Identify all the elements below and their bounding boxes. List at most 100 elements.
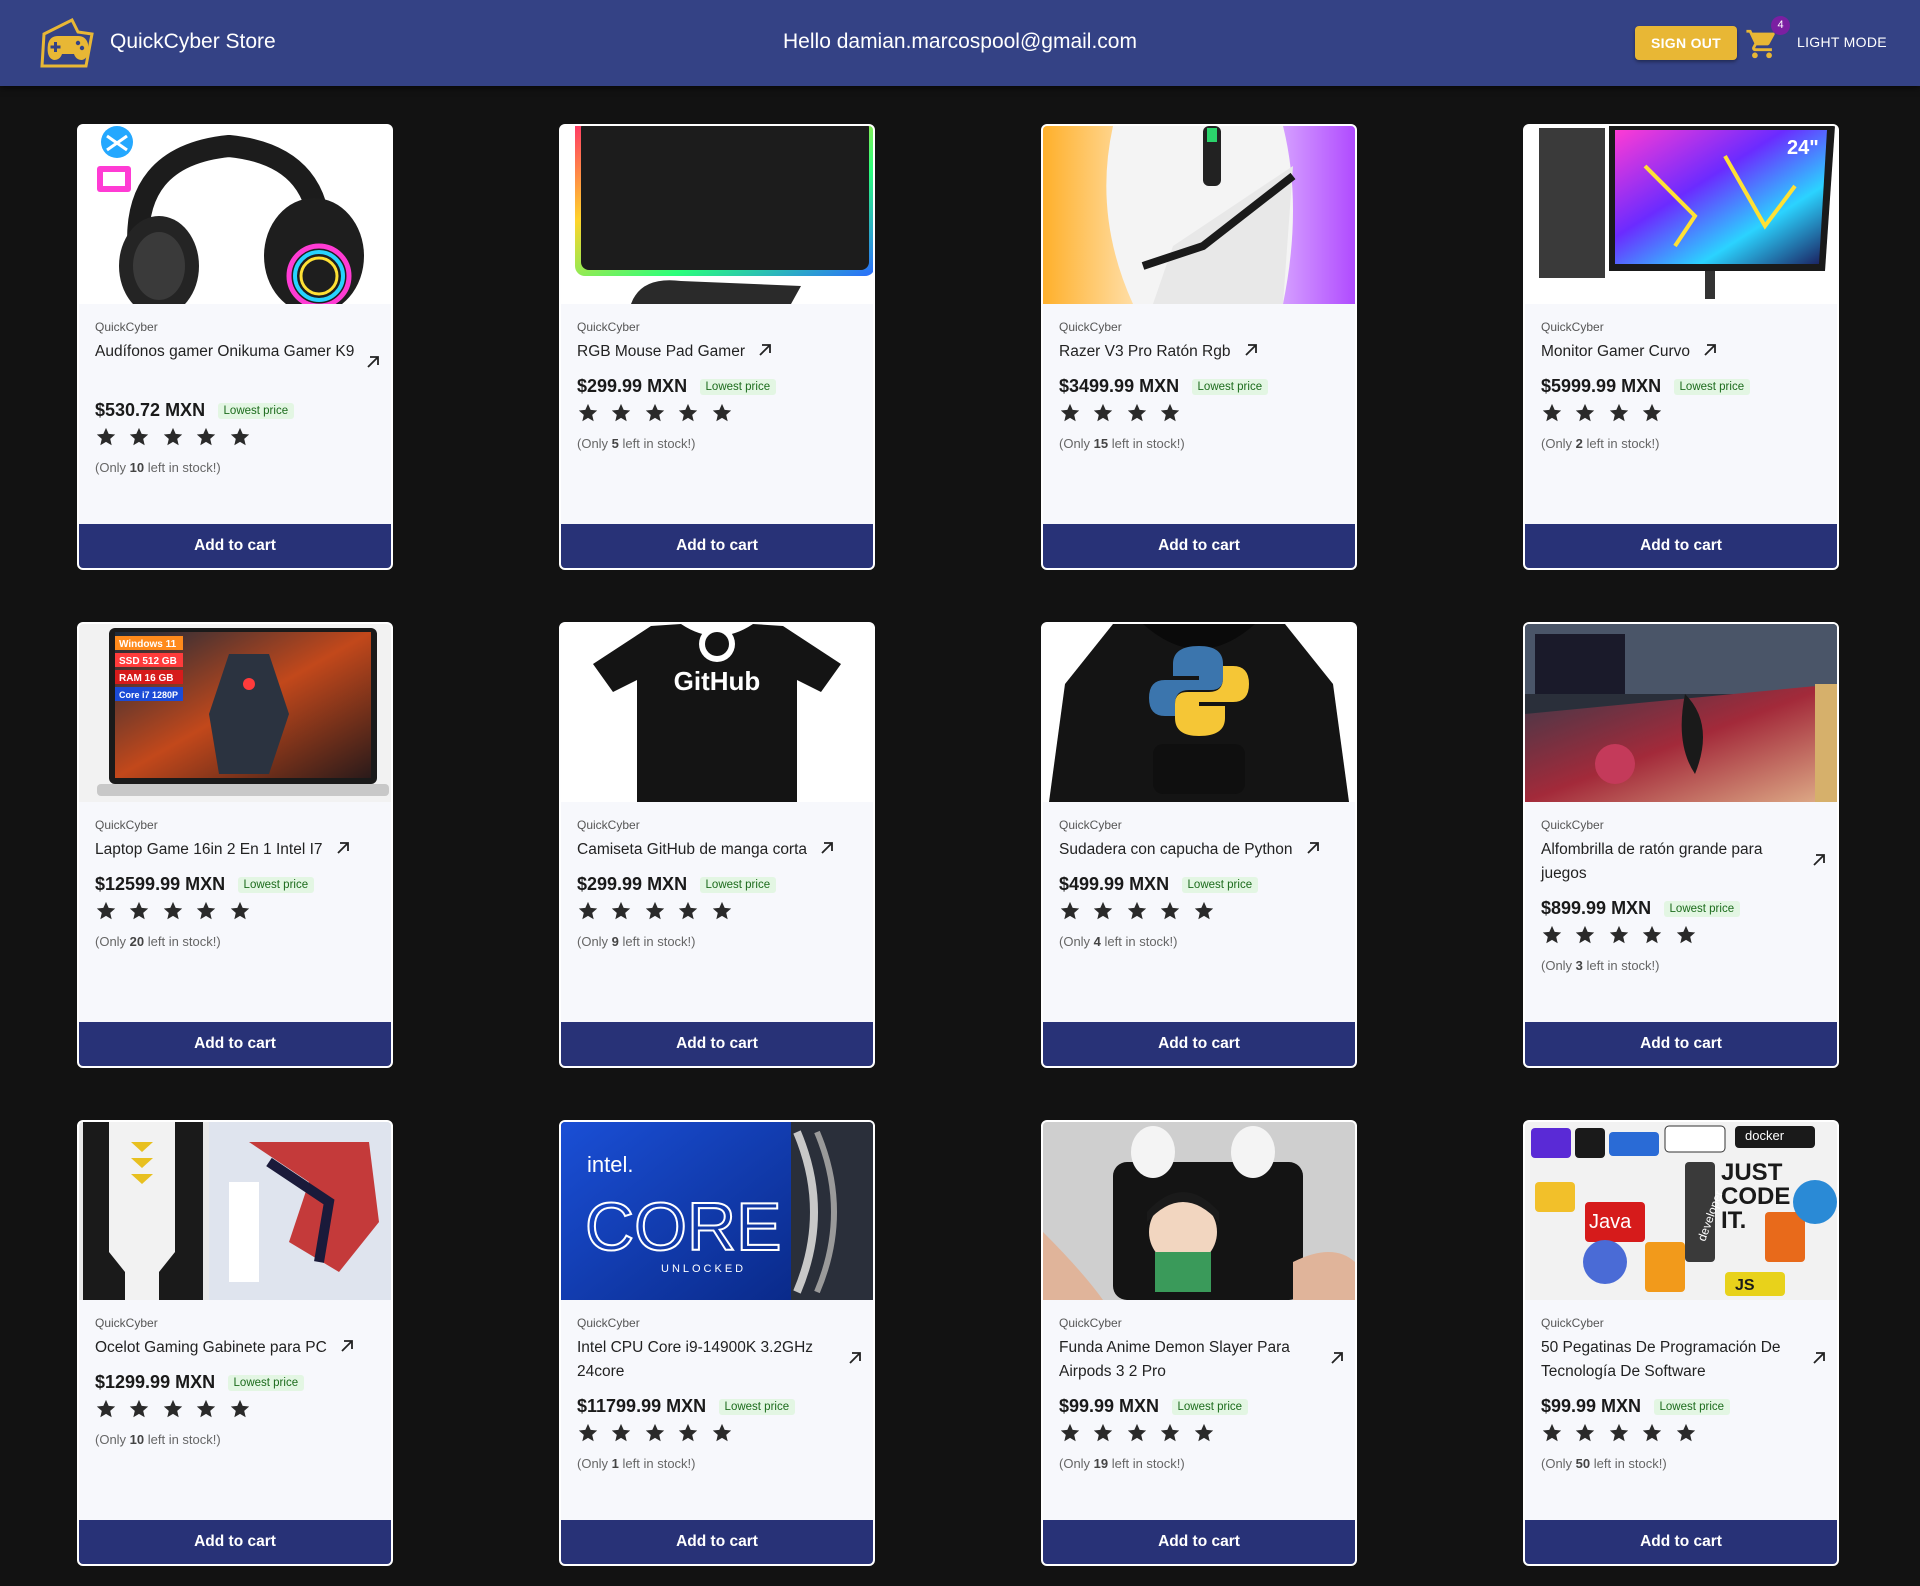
product-title[interactable]: Intel CPU Core i9-14900K 3.2GHz 24core bbox=[577, 1336, 837, 1384]
stock-count: 15 bbox=[1093, 436, 1109, 451]
product-brand: QuickCyber bbox=[577, 320, 640, 334]
product-price: $99.99 MXN bbox=[1059, 1396, 1160, 1416]
rating-stars bbox=[1541, 1422, 1704, 1444]
laptop-cpu-tag: Core i7 1280P bbox=[119, 690, 178, 700]
store-name[interactable]: QuickCyber Store bbox=[110, 30, 276, 54]
star-icon bbox=[1676, 1423, 1695, 1442]
star-icon bbox=[1676, 925, 1695, 944]
intel-logo-text: intel. bbox=[587, 1152, 633, 1177]
add-to-cart-button[interactable]: Add to cart bbox=[79, 1520, 391, 1564]
stock-prefix: (Only bbox=[1541, 436, 1576, 451]
open-external-icon[interactable] bbox=[1329, 1350, 1345, 1366]
add-to-cart-button[interactable]: Add to cart bbox=[561, 524, 873, 568]
product-price: $3499.99 MXN bbox=[1059, 376, 1180, 396]
stock-count: 3 bbox=[1575, 958, 1583, 973]
laptop-ssd-tag: SSD 512 GB bbox=[119, 656, 177, 667]
java-sticker-text: Java bbox=[1589, 1211, 1632, 1233]
rating-stars bbox=[1059, 1422, 1222, 1444]
add-to-cart-button[interactable]: Add to cart bbox=[1525, 524, 1837, 568]
headset-image[interactable] bbox=[79, 126, 391, 304]
add-to-cart-button[interactable]: Add to cart bbox=[561, 1520, 873, 1564]
deskmat-image[interactable] bbox=[1525, 624, 1837, 802]
star-icon bbox=[163, 427, 183, 446]
star-icon bbox=[1161, 901, 1180, 920]
tshirt-image[interactable]: GitHub bbox=[561, 624, 873, 802]
github-logo-text: GitHub bbox=[674, 666, 761, 696]
add-to-cart-button[interactable]: Add to cart bbox=[79, 1022, 391, 1066]
add-to-cart-button[interactable]: Add to cart bbox=[1043, 1022, 1355, 1066]
open-external-icon[interactable] bbox=[365, 354, 381, 370]
add-to-cart-button[interactable]: Add to cart bbox=[1043, 1520, 1355, 1564]
open-external-icon[interactable] bbox=[1305, 840, 1321, 856]
product-price: $99.99 MXN bbox=[1541, 1396, 1642, 1416]
product-title[interactable]: Camiseta GitHub de manga corta bbox=[577, 838, 807, 862]
laptop-image[interactable]: Windows 11 SSD 512 GB RAM 16 GB Core i7 … bbox=[79, 624, 391, 802]
add-to-cart-button[interactable]: Add to cart bbox=[79, 524, 391, 568]
lowest-price-badge: Lowest price bbox=[217, 403, 295, 419]
stock-prefix: (Only bbox=[1059, 1456, 1094, 1471]
stock-suffix: left in stock!) bbox=[144, 934, 221, 949]
star-icon bbox=[1127, 901, 1147, 920]
product-title[interactable]: RGB Mouse Pad Gamer bbox=[577, 340, 745, 364]
product-title[interactable]: Monitor Gamer Curvo bbox=[1541, 340, 1690, 364]
mousepad-image[interactable] bbox=[561, 126, 873, 304]
product-title[interactable]: Laptop Game 16in 2 En 1 Intel I7 bbox=[95, 838, 323, 862]
user-greeting: Hello damian.marcospool@gmail.com bbox=[783, 30, 1137, 53]
product-title[interactable]: Razer V3 Pro Ratón Rgb bbox=[1059, 340, 1230, 364]
product-price: $5999.99 MXN bbox=[1541, 376, 1662, 396]
product-title[interactable]: 50 Pegatinas De Programación De Tecnolog… bbox=[1541, 1336, 1801, 1384]
hoodie-image[interactable] bbox=[1043, 624, 1355, 802]
monitor-image[interactable]: 24" bbox=[1525, 126, 1837, 304]
star-icon bbox=[1094, 403, 1113, 422]
stock-prefix: (Only bbox=[577, 436, 612, 451]
star-icon bbox=[1194, 901, 1213, 920]
product-card: docker JUST CODE IT. Java JS developer Q… bbox=[1523, 1120, 1839, 1566]
star-icon bbox=[578, 1423, 598, 1442]
rating-stars bbox=[1541, 924, 1704, 946]
pc-case-image[interactable] bbox=[79, 1122, 391, 1300]
product-brand: QuickCyber bbox=[1541, 818, 1604, 832]
star-icon bbox=[96, 901, 116, 920]
star-icon bbox=[96, 427, 116, 446]
open-external-icon[interactable] bbox=[1811, 1350, 1827, 1366]
add-to-cart-button[interactable]: Add to cart bbox=[1525, 1022, 1837, 1066]
open-external-icon[interactable] bbox=[847, 1350, 863, 1366]
product-brand: QuickCyber bbox=[95, 1316, 158, 1330]
stock-info: (Only 2 left in stock!) bbox=[1541, 436, 1659, 451]
open-external-icon[interactable] bbox=[1702, 342, 1718, 358]
airpods-case-image[interactable] bbox=[1043, 1122, 1355, 1300]
lowest-price-badge: Lowest price bbox=[237, 877, 315, 893]
stickers-image[interactable]: docker JUST CODE IT. Java JS developer bbox=[1525, 1122, 1837, 1300]
stock-suffix: left in stock!) bbox=[618, 934, 696, 949]
product-card: GitHub QuickCyber Camiseta GitHub de man… bbox=[559, 622, 875, 1068]
product-title[interactable]: Alfombrilla de ratón grande para juegos bbox=[1541, 838, 1801, 886]
stock-prefix: (Only bbox=[1541, 958, 1576, 973]
cpu-box-image[interactable]: intel. CORE UNLOCKED bbox=[561, 1122, 873, 1300]
open-external-icon[interactable] bbox=[1811, 852, 1827, 868]
product-title[interactable]: Funda Anime Demon Slayer Para Airpods 3 … bbox=[1059, 1336, 1319, 1384]
product-brand: QuickCyber bbox=[1059, 1316, 1122, 1330]
open-external-icon[interactable] bbox=[335, 840, 351, 856]
add-to-cart-button[interactable]: Add to cart bbox=[1043, 524, 1355, 568]
monitor-size-label: 24" bbox=[1787, 137, 1819, 159]
open-external-icon[interactable] bbox=[757, 342, 773, 358]
add-to-cart-button[interactable]: Add to cart bbox=[561, 1022, 873, 1066]
add-to-cart-button[interactable]: Add to cart bbox=[1525, 1520, 1837, 1564]
product-title[interactable]: Audífonos gamer Onikuma Gamer K9 bbox=[95, 340, 355, 364]
mouse-image[interactable] bbox=[1043, 126, 1355, 304]
stock-suffix: left in stock!) bbox=[144, 1432, 221, 1447]
open-external-icon[interactable] bbox=[1243, 342, 1259, 358]
open-external-icon[interactable] bbox=[819, 840, 835, 856]
gamepad-bag-logo-icon[interactable] bbox=[34, 14, 100, 74]
light-mode-toggle[interactable]: LIGHT MODE bbox=[1797, 34, 1887, 50]
star-icon bbox=[197, 427, 216, 446]
star-icon bbox=[712, 901, 731, 920]
star-icon bbox=[1576, 403, 1595, 422]
star-icon bbox=[1609, 925, 1629, 944]
product-title[interactable]: Ocelot Gaming Gabinete para PC bbox=[95, 1336, 327, 1360]
sign-out-button[interactable]: SIGN OUT bbox=[1635, 26, 1737, 60]
stock-info: (Only 9 left in stock!) bbox=[577, 934, 695, 949]
product-title[interactable]: Sudadera con capucha de Python bbox=[1059, 838, 1293, 862]
lowest-price-badge: Lowest price bbox=[699, 877, 777, 893]
open-external-icon[interactable] bbox=[339, 1338, 355, 1354]
